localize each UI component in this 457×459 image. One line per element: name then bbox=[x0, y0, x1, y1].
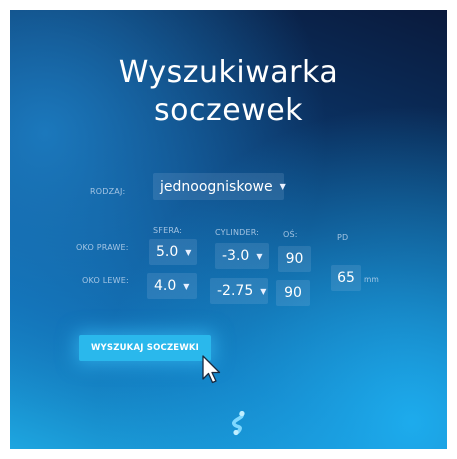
search-lenses-button[interactable]: WYSZUKAJ SOCZEWKI bbox=[79, 335, 211, 361]
page-title: Wyszukiwarka soczewek bbox=[118, 55, 339, 128]
pd-input[interactable]: 65 bbox=[331, 265, 361, 291]
sphere-header: SFERA: bbox=[153, 226, 183, 235]
pd-value: 65 bbox=[337, 270, 355, 286]
axis-header: OŚ: bbox=[283, 230, 298, 239]
chevron-down-icon: ▼ bbox=[260, 286, 267, 296]
pd-header: PD bbox=[337, 233, 349, 242]
left-axis-value: 90 bbox=[284, 285, 302, 301]
left-sphere-select[interactable]: 4.0 ▼ bbox=[147, 273, 197, 299]
type-label: RODZAJ: bbox=[90, 187, 126, 196]
pd-unit: mm bbox=[364, 275, 380, 284]
lens-type-select[interactable]: jednoogniskowe ▼ bbox=[153, 173, 286, 200]
right-cylinder-select[interactable]: -3.0 ▼ bbox=[215, 243, 269, 269]
left-axis-input[interactable]: 90 bbox=[276, 280, 310, 306]
right-cylinder-value: -3.0 bbox=[222, 248, 250, 264]
cylinder-header: CYLINDER: bbox=[215, 228, 260, 237]
lens-type-value: jednoogniskowe bbox=[160, 178, 273, 195]
lens-search-panel: Wyszukiwarka soczewek RODZAJ: jednoognis… bbox=[10, 10, 447, 449]
right-eye-label: OKO PRAWE: bbox=[76, 243, 129, 252]
chevron-down-icon: ▼ bbox=[256, 251, 263, 261]
right-axis-value: 90 bbox=[285, 251, 304, 267]
right-axis-input[interactable]: 90 bbox=[278, 246, 311, 272]
left-sphere-value: 4.0 bbox=[154, 278, 177, 294]
brand-logo-icon bbox=[232, 410, 245, 436]
right-sphere-value: 5.0 bbox=[156, 244, 179, 260]
left-cylinder-value: -2.75 bbox=[217, 283, 254, 299]
chevron-down-icon: ▼ bbox=[279, 182, 286, 191]
chevron-down-icon: ▼ bbox=[185, 247, 192, 257]
chevron-down-icon: ▼ bbox=[183, 281, 190, 291]
mouse-pointer-icon bbox=[202, 355, 221, 384]
left-eye-label: OKO LEWE: bbox=[82, 276, 129, 285]
search-lenses-label: WYSZUKAJ SOCZEWKI bbox=[90, 343, 200, 353]
left-cylinder-select[interactable]: -2.75 ▼ bbox=[210, 278, 268, 304]
right-sphere-select[interactable]: 5.0 ▼ bbox=[149, 239, 197, 265]
